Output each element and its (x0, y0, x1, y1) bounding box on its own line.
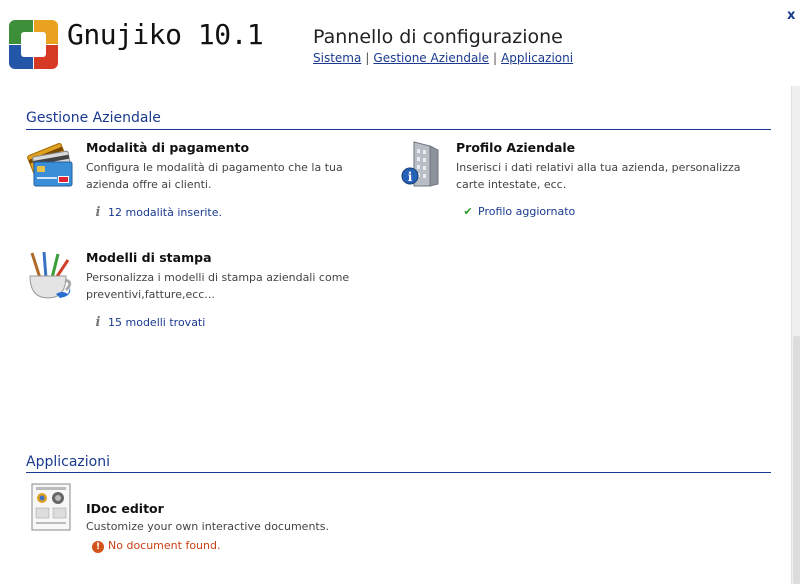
item-status: i 12 modalità inserite. (92, 205, 223, 220)
section-title-gestione-aziendale: Gestione Aziendale (26, 110, 161, 126)
close-button[interactable]: x (787, 8, 797, 23)
status-text: Profilo aggiornato (478, 205, 576, 218)
item-idoc-editor[interactable]: IDoc editor Customize your own interacti… (26, 482, 366, 562)
scrollbar[interactable] (791, 86, 800, 584)
info-icon: i (95, 205, 101, 220)
item-status: ✔ Profilo aggiornato (462, 205, 575, 218)
breadcrumb-link-gestione-aziendale[interactable]: Gestione Aziendale (373, 51, 489, 65)
section-divider (26, 129, 771, 130)
credit-cards-icon (26, 140, 76, 190)
item-description: Configura le modalità di pagamento che l… (86, 161, 343, 191)
printer-test-page-icon (26, 482, 76, 532)
item-description: Customize your own interactive documents… (86, 520, 329, 533)
breadcrumb-separator: | (365, 51, 370, 65)
item-modelli-stampa[interactable]: Modelli di stampa Personalizza i modelli… (26, 250, 366, 335)
item-title: IDoc editor (86, 501, 164, 516)
checkmark-icon: ✔ (463, 205, 473, 218)
item-status: i 15 modelli trovati (92, 315, 206, 330)
breadcrumb-separator: | (493, 51, 498, 65)
scrollbar-thumb[interactable] (793, 336, 800, 584)
item-profilo-aziendale[interactable]: i Profilo Aziendale Inserisci i dati rel… (396, 140, 756, 225)
section-title-applicazioni: Applicazioni (26, 454, 110, 470)
warning-icon: ! (92, 539, 104, 553)
item-title: Modalità di pagamento (86, 140, 250, 155)
info-icon: i (95, 315, 101, 330)
breadcrumb-link-sistema[interactable]: Sistema (313, 51, 361, 65)
breadcrumb-link-applicazioni[interactable]: Applicazioni (501, 51, 573, 65)
section-divider (26, 472, 771, 473)
svg-text:i: i (408, 170, 413, 184)
item-description: Personalizza i modelli di stampa azienda… (86, 271, 350, 301)
app-logo (9, 20, 58, 69)
paint-brushes-cup-icon (26, 250, 76, 300)
item-description: Inserisci i dati relativi alla tua azien… (456, 161, 741, 191)
item-title: Profilo Aziendale (456, 140, 576, 155)
app-title: Gnujiko 10.1 (67, 18, 264, 51)
status-text: No document found. (108, 539, 221, 552)
item-modalita-pagamento[interactable]: Modalità di pagamento Configura le modal… (26, 140, 366, 225)
page-title: Pannello di configurazione (313, 26, 563, 48)
item-status: ! No document found. (92, 539, 220, 553)
status-text: 12 modalità inserite. (108, 206, 223, 219)
item-title: Modelli di stampa (86, 250, 212, 265)
building-info-icon: i (396, 140, 446, 190)
status-text: 15 modelli trovati (108, 316, 206, 329)
breadcrumb: Sistema | Gestione Aziendale | Applicazioni (313, 51, 573, 65)
